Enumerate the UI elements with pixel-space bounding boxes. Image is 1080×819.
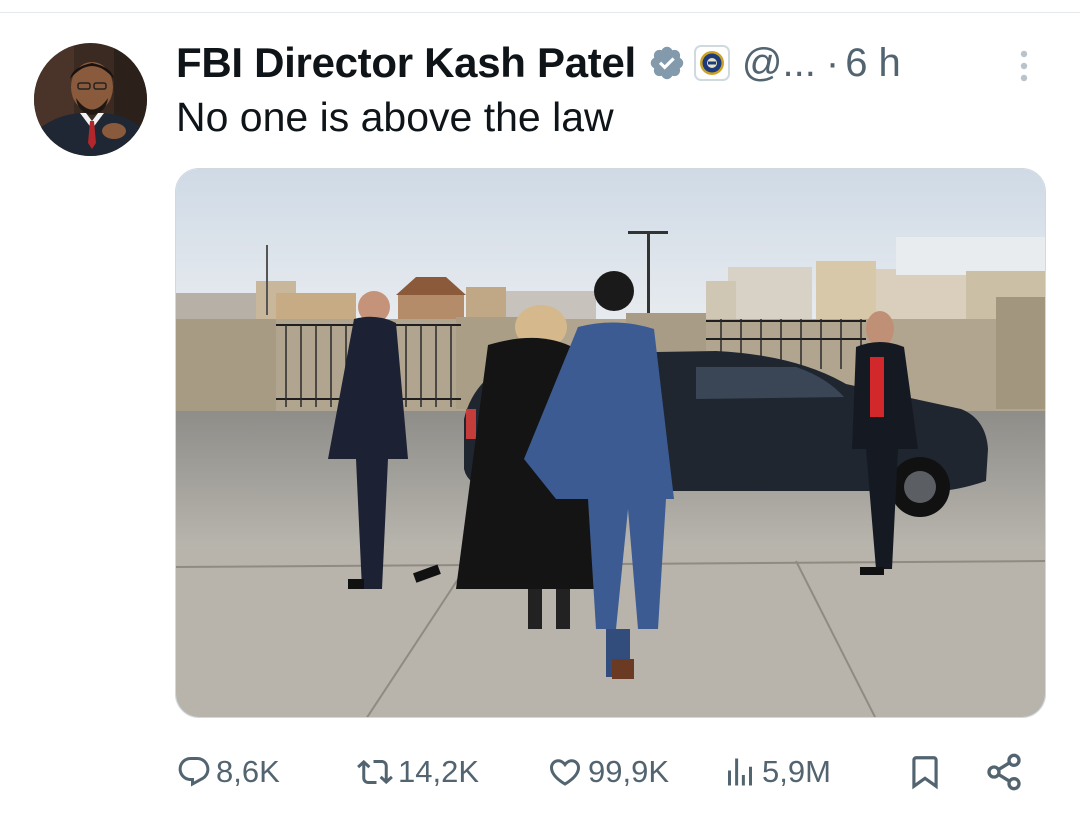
heart-icon [549,759,581,786]
author-handle[interactable]: @... [742,41,816,86]
repost-button[interactable]: 14,2K [356,742,479,802]
separator-dot: · [825,40,840,85]
reply-button[interactable]: 8,6K [176,742,280,802]
avatar-image [34,43,147,156]
tweet-action-bar: 8,6K 14,2K 99,9K 5,9M [0,742,1080,802]
top-divider [0,12,1080,13]
verified-badge-icon[interactable] [648,44,686,82]
more-options-icon[interactable] [1014,46,1034,86]
tweet-header: FBI Director Kash Patel @... · 6 h [176,34,901,92]
like-button[interactable]: 99,9K [546,742,669,802]
share-icon [987,753,1021,791]
views-button[interactable]: 5,9M [722,742,831,802]
repost-count: 14,2K [398,754,480,789]
views-chart-icon [728,758,752,786]
repost-icon [357,759,393,785]
post-timestamp[interactable]: 6 h [845,41,901,86]
bookmark-button[interactable] [906,742,944,802]
like-count: 99,9K [588,754,670,789]
views-count: 5,9M [762,754,831,789]
bookmark-icon [912,756,938,790]
avatar[interactable] [34,43,147,156]
author-display-name[interactable]: FBI Director Kash Patel [176,39,636,87]
tweet-text: No one is above the law [176,94,614,140]
reply-icon [178,757,210,787]
share-button[interactable] [984,742,1024,802]
reply-count: 8,6K [216,754,280,789]
fbi-seal-icon[interactable] [693,45,730,81]
tweet-photo[interactable] [175,168,1046,718]
